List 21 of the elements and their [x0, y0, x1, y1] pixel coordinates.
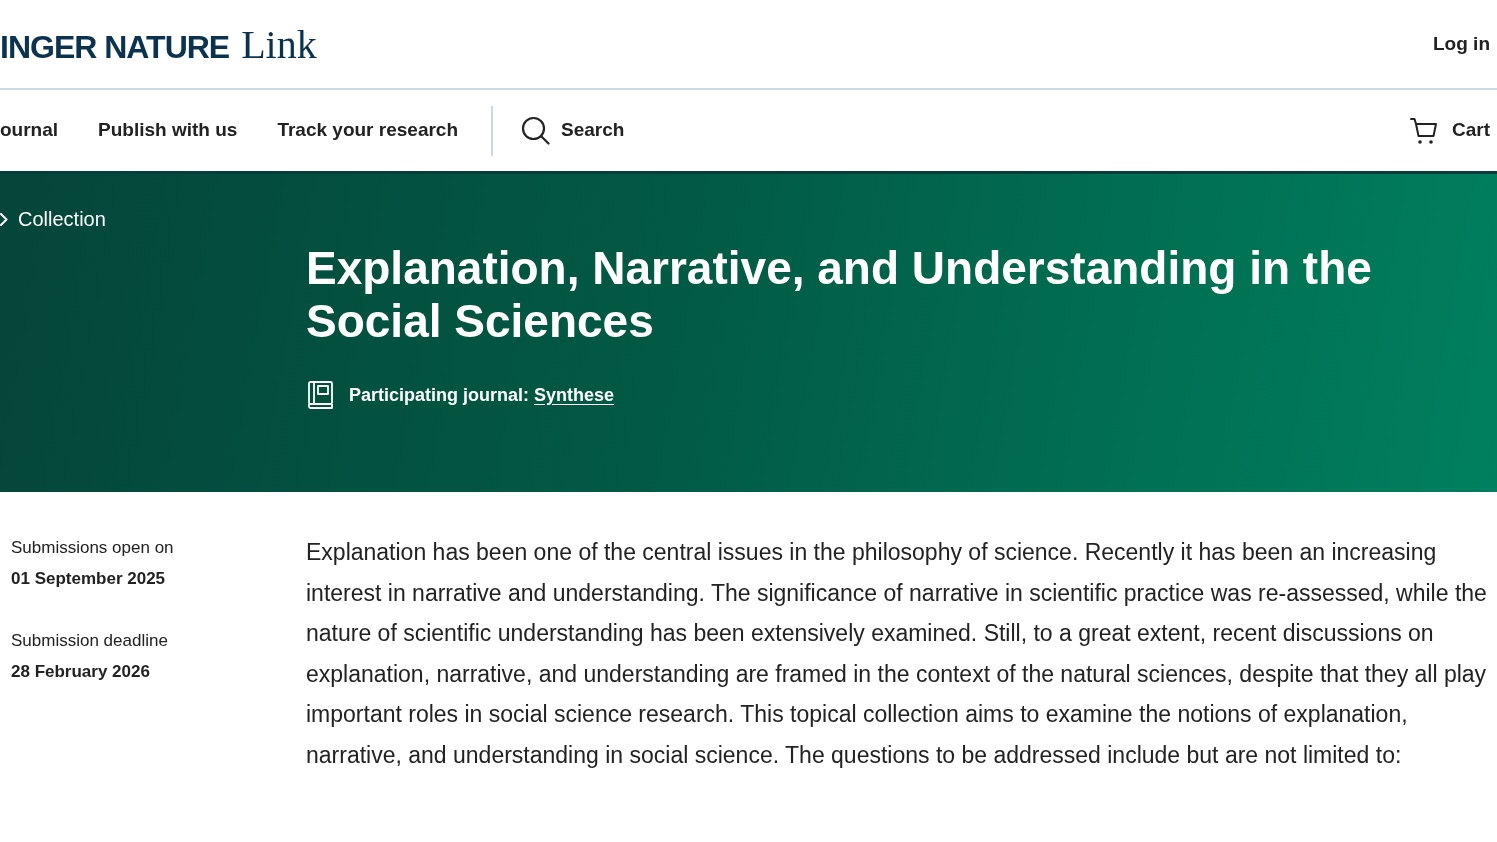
chevron-icon — [0, 212, 8, 226]
date-value: 01 September 2025 — [11, 568, 167, 590]
logo-wordmark[interactable]: Link — [241, 25, 317, 65]
cart-button[interactable]: Cart — [1410, 116, 1490, 145]
date-label: Submissions open on — [11, 537, 175, 559]
date-value: 28 February 2026 — [11, 661, 151, 683]
cart-icon — [1410, 116, 1438, 145]
logo-wordmark[interactable]: INGER NATURE — [0, 31, 230, 63]
journal-line: Participating journal: Synthese — [349, 384, 615, 407]
book-icon — [308, 381, 334, 409]
breadcrumb-link[interactable]: Collection — [18, 207, 106, 231]
date-label: Submission deadline — [11, 630, 169, 652]
login-link[interactable]: Log in — [1433, 29, 1490, 59]
nav-link[interactable]: ournal — [0, 116, 59, 145]
journal-link[interactable]: Synthese — [534, 385, 615, 405]
search-button[interactable]: Search — [521, 116, 625, 145]
search-icon — [521, 116, 551, 145]
description-paragraph: Explanation has been one of the central issues in the philosophy of science. Recently it has been an increasing interest in narrative and understanding. The significance of narrative in scientific practice was re-assessed, while the nature of scientific understanding has been extensively examined. Still, to a great extent, recent discussions on explanation, narrative, and understanding are framed in the context of the natural sciences, despite that they all play important roles in social science research. This topical collection aims to examine the notions of explanation, narrative, and understanding in social science. The questions to be addressed include but are not limited to: — [306, 538, 1488, 770]
page-title: Explanation, Narrative, and Understanding in the Social Sciences — [306, 242, 1373, 348]
nav-link[interactable]: Track your research — [277, 116, 459, 145]
nav-link[interactable]: Publish with us — [98, 116, 238, 145]
